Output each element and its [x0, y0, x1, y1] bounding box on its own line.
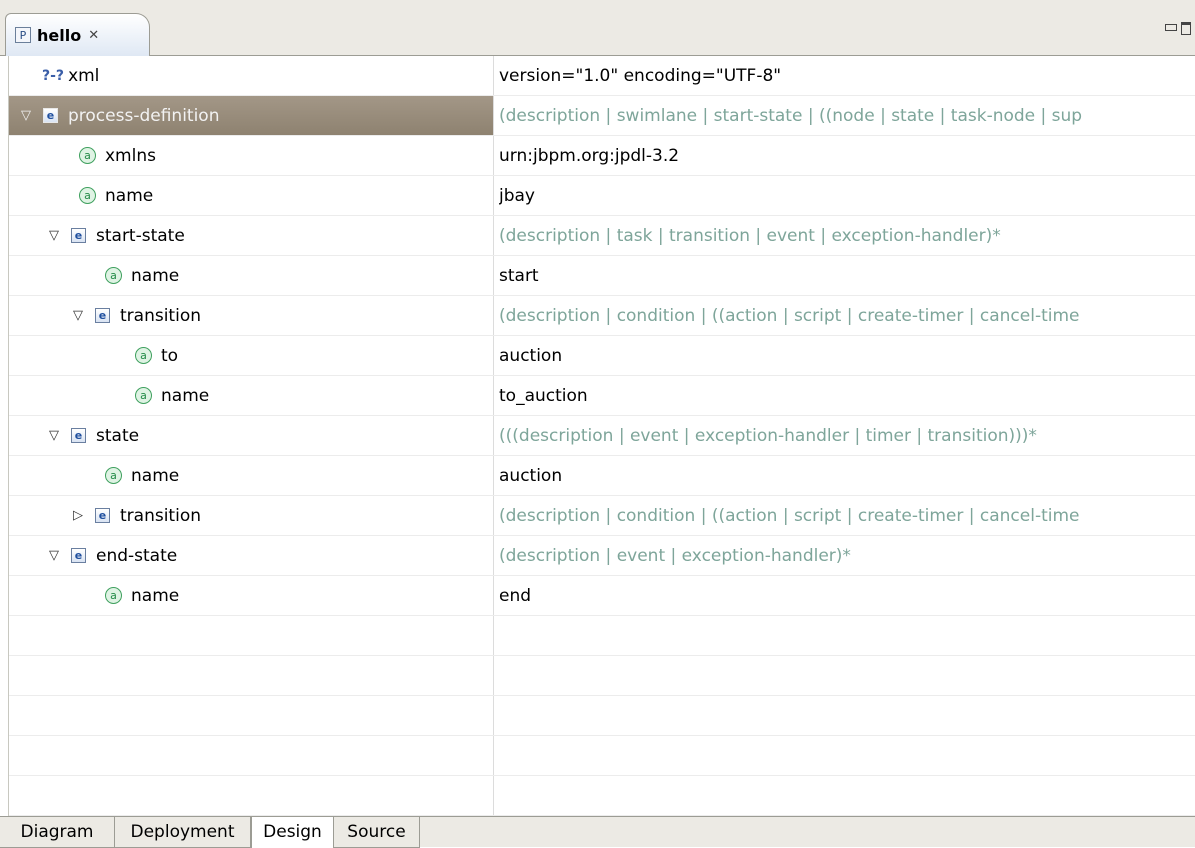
node-value[interactable]: jbay [499, 176, 1195, 215]
attribute-icon: a [105, 587, 122, 604]
node-name-cell[interactable]: ▽ e start-state [9, 216, 493, 255]
node-name: name [105, 185, 154, 206]
node-name-cell[interactable]: ▽ e transition [9, 296, 493, 335]
element-icon: e [43, 108, 58, 123]
attribute-icon: a [135, 347, 152, 364]
node-name-cell[interactable]: ▽ e process-definition [9, 96, 493, 135]
tree-row[interactable]: a name jbay [9, 176, 1195, 216]
window-controls [1165, 22, 1191, 35]
tree-row[interactable]: ?-? xml version="1.0" encoding="UTF-8" [9, 56, 1195, 96]
editor-page-tabs: Diagram Deployment Design Source [0, 816, 1195, 848]
page-tab-source[interactable]: Source [334, 817, 420, 848]
node-name-cell[interactable]: a xmlns [9, 136, 493, 175]
element-icon: e [71, 428, 86, 443]
tree-row[interactable]: ▽ e process-definition (description | swiml… [9, 96, 1195, 136]
empty-row [9, 616, 1195, 656]
node-name: name [131, 465, 180, 486]
processing-instruction-icon: ?-? [42, 67, 65, 84]
collapsed-twisty-icon[interactable]: ▷ [69, 508, 87, 523]
empty-row [9, 736, 1195, 776]
node-value[interactable]: start [499, 256, 1195, 295]
tree-row[interactable]: a name start [9, 256, 1195, 296]
xml-design-tree: ?-? xml version="1.0" encoding="UTF-8" ▽ e pr… [8, 56, 1195, 816]
attribute-icon: a [135, 387, 152, 404]
node-name: transition [120, 505, 201, 526]
expanded-twisty-icon[interactable]: ▽ [45, 428, 63, 443]
node-value[interactable]: urn:jbpm.org:jpdl-3.2 [499, 136, 1195, 175]
tree-row[interactable]: ▽ e state (((description | event | exceptio… [9, 416, 1195, 456]
empty-row [9, 776, 1195, 816]
node-name-cell[interactable]: ▷ e transition [9, 496, 493, 535]
process-file-icon: P [15, 27, 31, 43]
node-name: end-state [96, 545, 178, 566]
element-icon: e [71, 548, 86, 563]
close-icon[interactable]: ✕ [88, 28, 99, 43]
element-icon: e [95, 308, 110, 323]
expanded-twisty-icon[interactable]: ▽ [17, 108, 35, 123]
node-name: name [161, 385, 210, 406]
node-name-cell[interactable]: ?-? xml [9, 56, 493, 95]
node-name: transition [120, 305, 201, 326]
expanded-twisty-icon[interactable]: ▽ [69, 308, 87, 323]
editor-tab-title: hello [37, 25, 82, 45]
node-name: state [96, 425, 140, 446]
content-model-hint: (description | task | transition | event… [499, 225, 1001, 246]
tree-row[interactable]: a name end [9, 576, 1195, 616]
node-name-cell[interactable]: ▽ e state [9, 416, 493, 455]
tree-row[interactable]: a name to_auction [9, 376, 1195, 416]
editor-tab-hello[interactable]: P hello ✕ [5, 13, 150, 56]
node-name: name [131, 585, 180, 606]
empty-row [9, 696, 1195, 736]
node-name: xml [68, 65, 100, 86]
tree-row[interactable]: a name auction [9, 456, 1195, 496]
tree-row[interactable]: ▽ e end-state (description | event | except… [9, 536, 1195, 576]
node-name-cell[interactable]: ▽ e end-state [9, 536, 493, 575]
attribute-icon: a [105, 267, 122, 284]
attribute-icon: a [79, 147, 96, 164]
page-tab-design[interactable]: Design [251, 817, 334, 848]
maximize-icon[interactable] [1181, 22, 1191, 35]
editor-tab-bar: P hello ✕ [0, 0, 1195, 56]
tree-row[interactable]: a xmlns urn:jbpm.org:jpdl-3.2 [9, 136, 1195, 176]
attribute-icon: a [105, 467, 122, 484]
node-value[interactable]: auction [499, 456, 1195, 495]
tree-row[interactable]: ▷ e transition (description | condition | (… [9, 496, 1195, 536]
tree-row[interactable]: a to auction [9, 336, 1195, 376]
empty-row [9, 656, 1195, 696]
tree-row[interactable]: ▽ e start-state (description | task | trans… [9, 216, 1195, 256]
content-model-hint: (description | condition | ((action | sc… [499, 505, 1080, 526]
tree-row[interactable]: ▽ e transition (description | condition | (… [9, 296, 1195, 336]
page-tab-deployment[interactable]: Deployment [115, 817, 251, 848]
node-name: start-state [96, 225, 185, 246]
node-name: xmlns [105, 145, 156, 166]
content-model-hint: (description | swimlane | start-state | … [499, 105, 1083, 126]
content-model-hint: (((description | event | exception-handl… [499, 425, 1037, 446]
node-name-cell[interactable]: a name [9, 376, 493, 415]
node-name: process-definition [68, 105, 220, 126]
node-name-cell[interactable]: a name [9, 176, 493, 215]
page-tab-diagram[interactable]: Diagram [0, 817, 115, 848]
node-value[interactable]: auction [499, 336, 1195, 375]
element-icon: e [95, 508, 110, 523]
node-name: to [161, 345, 179, 366]
node-value[interactable]: to_auction [499, 376, 1195, 415]
expanded-twisty-icon[interactable]: ▽ [45, 548, 63, 563]
node-value[interactable]: end [499, 576, 1195, 615]
node-name-cell[interactable]: a name [9, 456, 493, 495]
node-name-cell[interactable]: a name [9, 576, 493, 615]
minimize-icon[interactable] [1165, 24, 1177, 31]
node-name-cell[interactable]: a name [9, 256, 493, 295]
element-icon: e [71, 228, 86, 243]
node-name: name [131, 265, 180, 286]
content-model-hint: (description | condition | ((action | sc… [499, 305, 1080, 326]
content-model-hint: (description | event | exception-handler… [499, 545, 851, 566]
node-name-cell[interactable]: a to [9, 336, 493, 375]
expanded-twisty-icon[interactable]: ▽ [45, 228, 63, 243]
node-value[interactable]: version="1.0" encoding="UTF-8" [499, 56, 1195, 95]
attribute-icon: a [79, 187, 96, 204]
